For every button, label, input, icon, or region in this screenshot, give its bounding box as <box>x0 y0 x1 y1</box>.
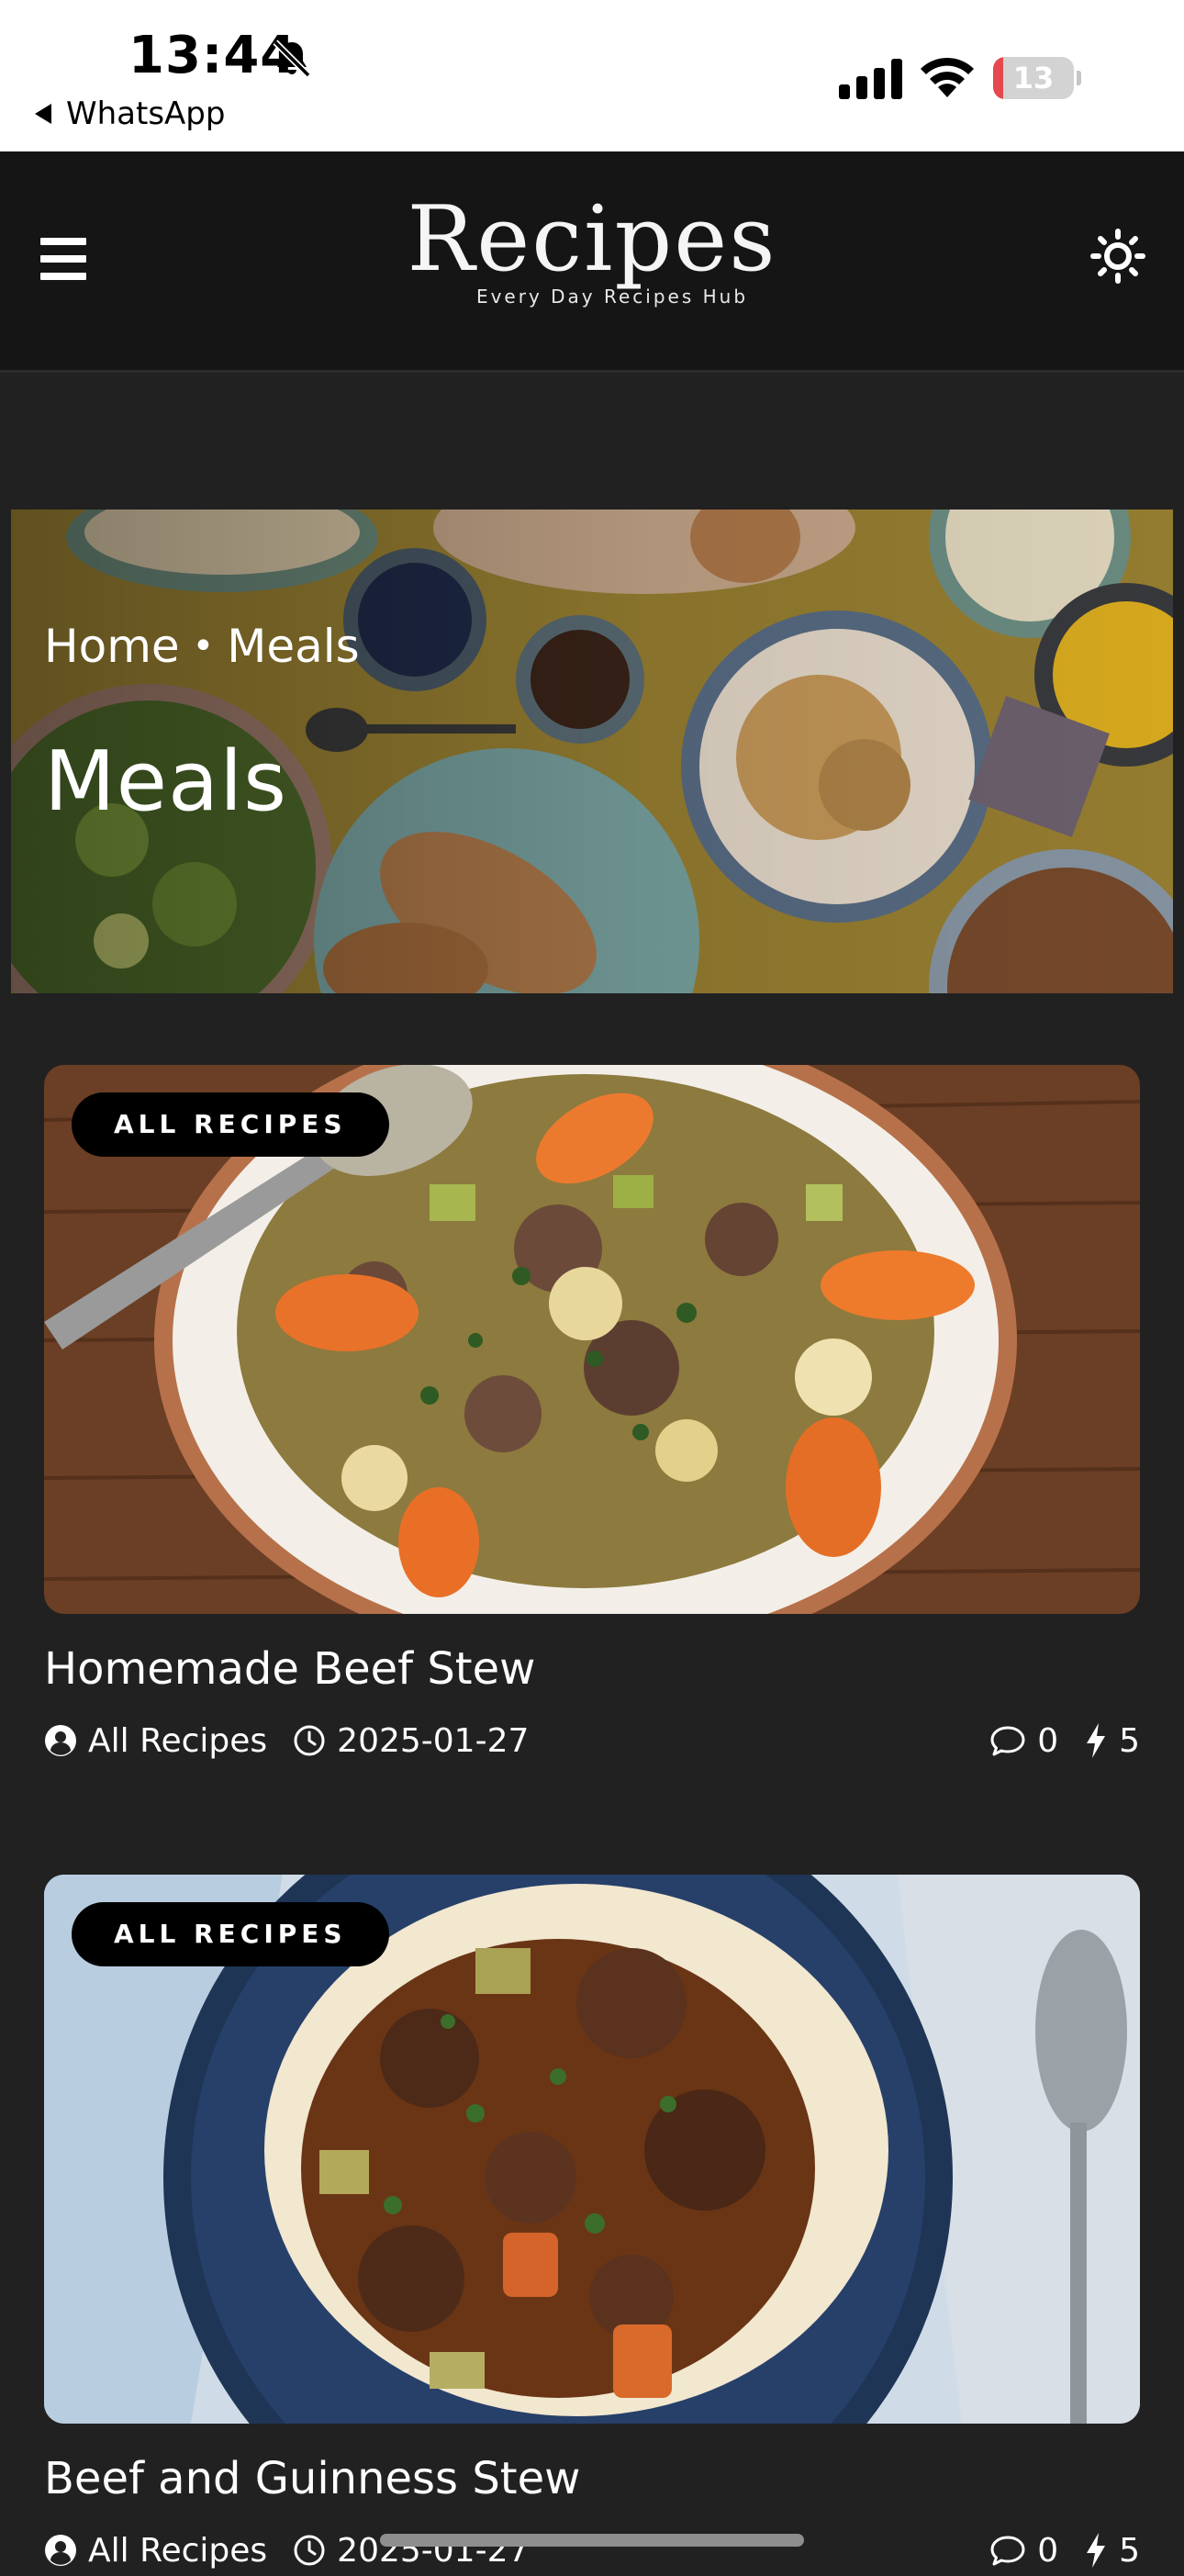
wifi-icon <box>921 57 974 97</box>
breadcrumb-separator: • <box>192 625 215 667</box>
score-number: 5 <box>1119 1721 1140 1760</box>
comments-number: 0 <box>1037 2531 1059 2570</box>
recipe-title[interactable]: Beef and Guinness Stew <box>44 2449 1140 2508</box>
recipe-meta: All Recipes 2025-01-27 0 5 <box>44 1715 1140 1766</box>
comments-count[interactable]: 0 <box>989 1722 1058 1760</box>
recipe-meta: All Recipes 2025-01-27 0 5 <box>44 2525 1140 2576</box>
clock-icon <box>294 1725 325 1756</box>
hamburger-menu-icon[interactable] <box>40 238 86 280</box>
battery-level: 13 <box>1012 61 1055 95</box>
comments-count[interactable]: 0 <box>989 2532 1058 2570</box>
recipe-image[interactable]: ALL RECIPES <box>44 1875 1140 2424</box>
clock-icon <box>294 2535 325 2566</box>
score-count: 5 <box>1084 1722 1140 1760</box>
battery-nub <box>1077 71 1081 85</box>
recipe-card: ALL RECIPES Homemade Beef Stew All Recip… <box>44 1065 1140 1766</box>
back-to-app-link[interactable]: WhatsApp <box>35 95 225 132</box>
author-link[interactable]: All Recipes <box>44 2532 267 2570</box>
signal-icon <box>839 59 902 99</box>
breadcrumb: Home • Meals <box>44 620 360 673</box>
comments-number: 0 <box>1037 1721 1059 1760</box>
app-header: Recipes Every Day Recipes Hub <box>0 151 1184 373</box>
category-badge[interactable]: ALL RECIPES <box>72 1902 389 1966</box>
author-name: All Recipes <box>88 2531 268 2570</box>
battery-icon: 13 <box>993 57 1074 99</box>
recipe-title[interactable]: Homemade Beef Stew <box>44 1640 1140 1698</box>
bolt-icon <box>1087 2533 1106 2568</box>
category-badge[interactable]: ALL RECIPES <box>72 1092 389 1157</box>
site-logo[interactable]: Recipes Every Day Recipes Hub <box>404 188 780 308</box>
score-count: 5 <box>1084 2532 1140 2570</box>
recipe-card: ALL RECIPES Beef and Guinness Stew All R… <box>44 1875 1140 2576</box>
author-link[interactable]: All Recipes <box>44 1722 267 1760</box>
user-circle-icon <box>45 1725 76 1756</box>
home-indicator[interactable] <box>380 2534 804 2547</box>
page-title: Meals <box>44 734 288 830</box>
recipe-image[interactable]: ALL RECIPES <box>44 1065 1140 1614</box>
bell-slash-icon <box>273 39 311 78</box>
breadcrumb-home-link[interactable]: Home <box>44 620 180 673</box>
back-triangle-icon <box>35 104 51 124</box>
breadcrumb-current: Meals <box>227 620 360 673</box>
bolt-icon <box>1087 1723 1106 1758</box>
post-date: 2025-01-27 <box>293 1722 529 1760</box>
logo-word: Recipes <box>407 187 777 292</box>
user-circle-icon <box>45 2535 76 2566</box>
author-name: All Recipes <box>88 1721 268 1760</box>
page-hero-banner: Home • Meals Meals <box>11 510 1173 993</box>
comment-icon <box>990 1726 1025 1756</box>
date-text: 2025-01-27 <box>337 1721 530 1760</box>
back-app-label: WhatsApp <box>66 95 226 132</box>
status-bar: 13:44 WhatsApp 13 <box>0 0 1184 151</box>
sun-icon[interactable] <box>1090 229 1145 284</box>
comment-icon <box>990 2536 1025 2566</box>
score-number: 5 <box>1119 2531 1140 2570</box>
